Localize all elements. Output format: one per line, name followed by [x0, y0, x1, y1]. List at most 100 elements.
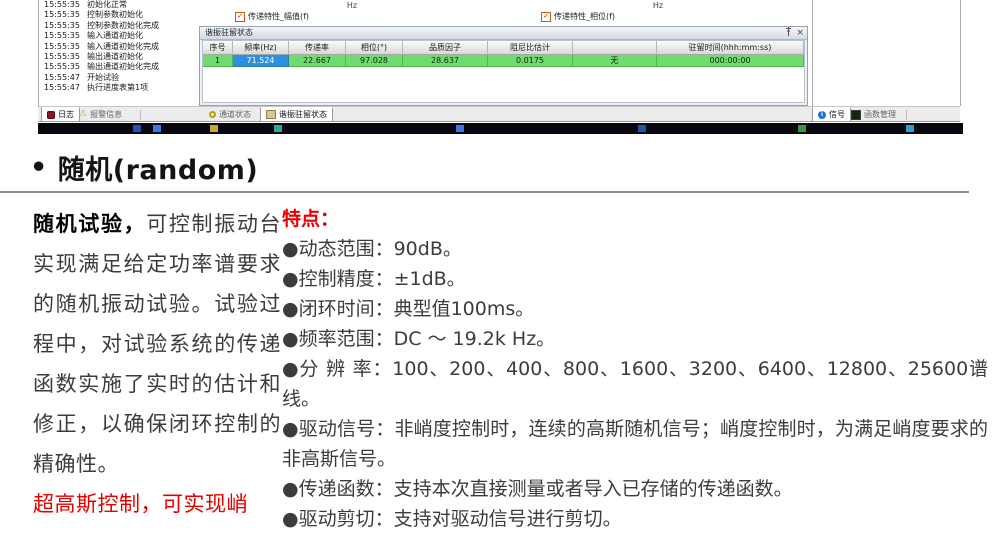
log-entry[interactable]: 15:55:47 开始试验 — [39, 73, 199, 83]
log-entry[interactable]: 15:55:47执行进度表第1项 — [39, 83, 199, 93]
log-entry[interactable]: 15:55:35 控制参数初始化完成 — [39, 21, 199, 31]
warning-icon: ⚠ — [79, 110, 87, 119]
cell-phase[interactable]: 97.028 — [346, 55, 403, 67]
heading-bullet: • — [30, 152, 48, 183]
feature-item: ●分 辨 率：100、200、400、800、1600、3200、6400、12… — [282, 354, 988, 414]
cell-damping-ratio[interactable]: 0.0175 — [488, 55, 573, 67]
table-header-row: 序号 频率(Hz) 传递率 相位(°) 品质因子 阻尼比估计 驻留时间(hhh:… — [203, 41, 804, 55]
log-time: 15:55:35 — [44, 0, 78, 10]
log-time: 15:55:35 — [44, 10, 78, 20]
log-time: 15:55:35 — [44, 62, 78, 72]
taskbar-item[interactable] — [906, 125, 914, 132]
taskbar-item[interactable] — [153, 125, 161, 132]
close-icon[interactable]: × — [796, 29, 804, 38]
tab-separator — [140, 110, 141, 120]
log-message: 开始试验 — [87, 73, 119, 83]
taskbar-item[interactable] — [210, 125, 218, 132]
column-header[interactable]: 品质因子 — [403, 41, 488, 54]
page: 15:55:35 初始化正常 15:55:35 控制参数初始化 15:55:35 控制… — [0, 0, 1000, 534]
right-panel — [812, 0, 961, 106]
intro-red-text: 超高斯控制，可实现峭 — [33, 484, 281, 524]
log-entry[interactable]: 15:55:35 控制参数初始化 — [39, 10, 199, 20]
taskbar-item[interactable] — [798, 125, 806, 132]
intro-paragraph: 随机试验，可控制振动台实现满足给定功率谱要求的随机振动试验。试验过程中，对试验系… — [33, 204, 281, 534]
cell-quality-factor[interactable]: 28.637 — [403, 55, 488, 67]
taskbar-item[interactable] — [456, 125, 464, 132]
column-header[interactable]: 传递率 — [289, 41, 346, 54]
section-heading: • 随机(random) — [30, 148, 1000, 187]
checkbox-checked-icon[interactable]: ✓ — [235, 12, 245, 22]
tab-alarm[interactable]: ⚠ 报警信息 — [74, 107, 127, 122]
log-time: 15:55:47 — [44, 83, 78, 93]
tab-label: 信号 — [829, 109, 845, 120]
features-list: 特点： ●动态范围：90dB。 ●控制精度：±1dB。 ●闭环时间：典型值100… — [282, 204, 988, 534]
column-header[interactable]: 阻尼比估计 — [488, 41, 573, 54]
feature-item: ●闭环时间：典型值100ms。 — [282, 294, 988, 324]
log-message: 输出通道初始化 — [87, 52, 143, 62]
log-time: 15:55:35 — [44, 21, 78, 31]
tab-function-manager[interactable]: 函数管理 — [846, 107, 901, 122]
cell-dwell-time[interactable]: 000:00:00 — [657, 55, 804, 67]
tab-label: 通道状态 — [219, 109, 251, 120]
cell-index[interactable]: 1 — [203, 55, 233, 67]
intro-bold-text: 随机试验， — [33, 212, 146, 236]
log-message: 输出通道初始化完成 — [87, 62, 159, 72]
cell-transmissibility[interactable]: 22.667 — [289, 55, 346, 67]
log-message: 控制参数初始化完成 — [87, 21, 159, 31]
table-row[interactable]: 1 71.524 22.667 97.028 28.637 0.0175 无 0… — [203, 55, 804, 67]
cell-frequency-selected[interactable]: 71.524 — [233, 55, 289, 67]
heading-text: 随机(random) — [58, 148, 258, 187]
taskbar — [38, 123, 963, 134]
panel-title: 谐振驻留状态 — [205, 28, 253, 37]
intro-body-text: 可控制振动台实现满足给定功率谱要求的随机振动试验。试验过程中，对试验系统的传递函… — [33, 212, 281, 476]
resonance-dwell-panel: 谐振驻留状态 × 序号 频率(Hz) 传递率 相位(°) 品质因子 — [199, 26, 808, 106]
chart-amplitude: Hz ✓ 传递特性_幅值(f) — [199, 0, 505, 26]
signal-info-icon: i — [818, 111, 826, 119]
software-screenshot: 15:55:35 初始化正常 15:55:35 控制参数初始化 15:55:35 控制… — [0, 0, 1000, 138]
center-panel: Hz ✓ 传递特性_幅值(f) Hz ✓ 传递特性_相位(f) 谐振驻留状 — [199, 0, 811, 106]
x-axis-unit-label: Hz — [505, 1, 811, 10]
tab-label: 日志 — [58, 109, 74, 120]
checkbox-checked-icon[interactable]: ✓ — [541, 12, 551, 22]
log-message: 初始化正常 — [87, 0, 127, 10]
legend-label: 传递特性_幅值(f) — [248, 11, 309, 22]
log-entry[interactable]: 15:55:35输出通道初始化 — [39, 52, 199, 62]
taskbar-item[interactable] — [133, 125, 141, 132]
column-header[interactable] — [573, 41, 657, 54]
log-panel: 15:55:35 初始化正常 15:55:35 控制参数初始化 15:55:35 控制… — [38, 0, 200, 106]
chart-axis-area: Hz ✓ 传递特性_幅值(f) Hz ✓ 传递特性_相位(f) — [199, 0, 811, 26]
pin-icon[interactable] — [785, 27, 792, 39]
log-entry[interactable]: 15:55:35输入通道初始化 — [39, 31, 199, 41]
legend-phase[interactable]: ✓ 传递特性_相位(f) — [541, 11, 615, 22]
log-entry[interactable]: 15:55:35 初始化正常 — [39, 0, 199, 10]
log-entry[interactable]: 15:55:35 输出通道初始化完成 — [39, 62, 199, 72]
legend-label: 传递特性_相位(f) — [554, 11, 615, 22]
tab-resonance-dwell[interactable]: 谐振驻留状态 — [260, 107, 333, 122]
log-entry[interactable]: 15:55:35 输入通道初始化完成 — [39, 42, 199, 52]
document-section: • 随机(random) 随机试验，可控制振动台实现满足给定功率谱要求的随机振动… — [0, 138, 1000, 534]
x-axis-unit-label: Hz — [199, 1, 505, 10]
log-time: 15:55:35 — [44, 42, 78, 52]
feature-item: ●传递函数：支持本次直接测量或者导入已存储的传递函数。 — [282, 474, 988, 504]
column-header[interactable]: 驻留时间(hhh:mm:ss) — [657, 41, 804, 54]
column-header[interactable]: 序号 — [203, 41, 233, 54]
function-manager-icon — [851, 110, 861, 120]
log-message: 控制参数初始化 — [87, 10, 143, 20]
taskbar-item[interactable] — [274, 125, 282, 132]
legend-amplitude[interactable]: ✓ 传递特性_幅值(f) — [235, 11, 309, 22]
tab-channel-status[interactable]: 通道状态 — [204, 107, 256, 122]
channel-status-icon — [209, 111, 216, 118]
log-time: 15:55:47 — [44, 73, 78, 83]
log-message: 输入通道初始化完成 — [87, 42, 159, 52]
feature-item: ●频率范围：DC ～ 19.2k Hz。 — [282, 324, 988, 354]
column-header[interactable]: 频率(Hz) — [233, 41, 289, 54]
panel-title-bar[interactable]: 谐振驻留状态 × — [200, 27, 807, 40]
tab-separator — [906, 110, 907, 120]
features-title: 特点： — [282, 204, 988, 234]
resonance-table: 序号 频率(Hz) 传递率 相位(°) 品质因子 阻尼比估计 驻留时间(hhh:… — [202, 40, 805, 103]
feature-item: ●驱动剪切：支持对驱动信号进行剪切。 — [282, 504, 988, 534]
tab-label: 函数管理 — [864, 109, 896, 120]
cell-extra[interactable]: 无 — [573, 55, 657, 67]
column-header[interactable]: 相位(°) — [346, 41, 403, 54]
taskbar-item[interactable] — [638, 125, 646, 132]
